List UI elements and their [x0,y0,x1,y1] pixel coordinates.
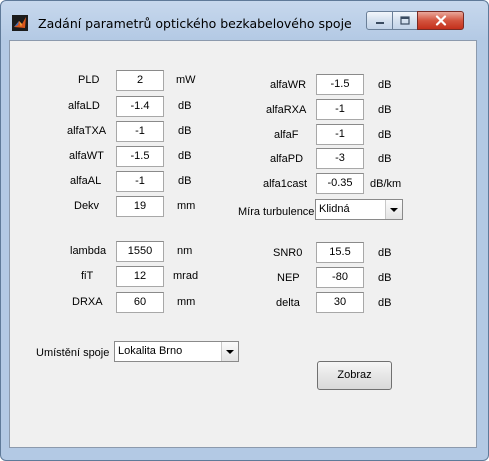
alfarxa-label: alfaRXA [266,104,307,116]
maximize-button[interactable] [392,11,418,30]
alfawr-unit: dB [378,79,392,91]
alfawt-label: alfaWT [69,150,104,162]
snr0-input[interactable]: 15.5 [316,242,364,263]
alfatxa-label: alfaTXA [67,125,107,137]
fit-input[interactable]: 12 [116,266,164,287]
nep-label: NEP [277,272,300,284]
turbulence-select[interactable]: Klidná [315,199,403,220]
pld-unit: mW [176,74,196,86]
alfarxa-unit: dB [378,104,392,116]
alfald-unit: dB [178,100,192,112]
alfawt-input[interactable]: -1.5 [116,146,164,167]
snr0-label: SNR0 [273,247,303,259]
alfawt-unit: dB [178,150,192,162]
location-select[interactable]: Lokalita Brno [114,341,239,362]
delta-label: delta [276,297,300,309]
drxa-label: DRXA [72,296,103,308]
alfapd-unit: dB [378,153,392,165]
delta-unit: dB [378,297,392,309]
zobraz-button[interactable]: Zobraz [317,361,392,390]
fit-unit: mrad [173,270,199,282]
nep-input[interactable]: -80 [316,267,364,288]
pld-label: PLD [78,74,100,86]
title-bar[interactable]: Zadání parametrů optického bezkabelového… [1,1,488,39]
lambda-input[interactable]: 1550 [116,241,164,262]
alfapd-input[interactable]: -3 [316,148,364,169]
alfawr-label: alfaWR [270,79,307,91]
alfaf-input[interactable]: -1 [316,124,364,145]
location-label: Umístění spoje [36,347,110,359]
alfaf-label: alfaF [274,129,299,141]
dekv-input[interactable]: 19 [116,196,164,217]
drxa-input[interactable]: 60 [116,292,164,313]
alfatxa-unit: dB [178,125,192,137]
lambda-unit: nm [177,245,193,257]
minimize-icon [375,21,384,24]
close-button[interactable] [417,11,464,30]
turbulence-label: Míra turbulence [238,206,315,218]
snr0-unit: dB [378,247,392,259]
alfa1cast-input[interactable]: -0.35 [316,173,364,194]
alfald-input[interactable]: -1.4 [116,96,164,117]
alfa1cast-unit: dB/km [370,178,402,190]
pld-input[interactable]: 2 [116,70,164,91]
close-icon [435,15,446,26]
alfawr-input[interactable]: -1.5 [316,74,364,95]
minimize-button[interactable] [366,11,393,30]
matlab-icon [12,15,28,31]
dekv-unit: mm [177,200,196,212]
alfaal-unit: dB [178,175,192,187]
turbulence-value: Klidná [319,203,350,215]
alfaal-input[interactable]: -1 [116,171,164,192]
alfaal-label: alfaAL [70,175,102,187]
fit-label: fiT [81,270,94,282]
maximize-icon [400,16,410,25]
lambda-label: lambda [70,245,107,257]
drxa-unit: mm [177,296,196,308]
nep-unit: dB [378,272,392,284]
alfapd-label: alfaPD [270,153,304,165]
window-title: Zadání parametrů optického bezkabelového… [38,16,352,31]
chevron-down-icon [221,342,238,361]
alfald-label: alfaLD [68,100,100,112]
chevron-down-icon [385,200,402,219]
alfatxa-input[interactable]: -1 [116,121,164,142]
alfaf-unit: dB [378,129,392,141]
location-value: Lokalita Brno [118,345,183,357]
alfa1cast-label: alfa1cast [263,178,308,190]
alfarxa-input[interactable]: -1 [316,99,364,120]
dekv-label: Dekv [74,200,100,212]
delta-input[interactable]: 30 [316,292,364,313]
